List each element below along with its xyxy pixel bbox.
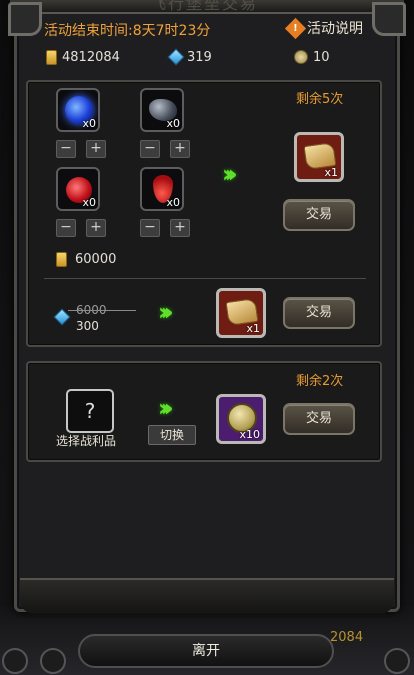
remaining-count: 剩余2次: [296, 374, 344, 389]
switch-button[interactable]: 切换: [148, 425, 196, 445]
quantity-stepper: − +: [56, 140, 106, 158]
frame-corner-ornament: [372, 2, 406, 36]
material-slot[interactable]: x0: [56, 88, 100, 132]
loot-select-slot[interactable]: ?: [66, 389, 114, 433]
section-divider: [44, 278, 366, 279]
material-slot[interactable]: x0: [140, 167, 184, 211]
quantity-stepper: − +: [56, 219, 106, 237]
event-countdown: 活动结束时间:8天7时23分: [44, 23, 211, 39]
crystal-resource: 319: [167, 48, 212, 66]
increment-button[interactable]: +: [86, 219, 106, 237]
panel-bottom-frame: [20, 578, 394, 614]
reward-qty: x1: [246, 322, 260, 335]
panel-title: 飞行堡垒交易: [150, 0, 259, 13]
background-circle-icon: [384, 648, 410, 674]
material-qty: x0: [82, 196, 96, 209]
reward-slot[interactable]: x1: [216, 288, 266, 338]
coin-icon: [294, 50, 308, 64]
remaining-count: 剩余5次: [296, 92, 344, 107]
trade-button[interactable]: 交易: [283, 199, 355, 231]
decrement-button[interactable]: −: [140, 140, 160, 158]
reward-qty: x1: [324, 166, 338, 179]
triple-arrow-icon: ›››: [222, 160, 237, 188]
gold-cost: 60000: [56, 252, 116, 267]
strikethrough-line: [68, 310, 136, 311]
background-circle-icon: [2, 648, 28, 674]
material-qty: x0: [166, 117, 180, 130]
decrement-button[interactable]: −: [56, 140, 76, 158]
decrement-button[interactable]: −: [140, 219, 160, 237]
coin-resource: 10: [294, 50, 330, 65]
gold-bar-icon: [56, 252, 67, 267]
gold-cost-amount: 60000: [75, 252, 117, 267]
reward-slot[interactable]: x10: [216, 394, 266, 444]
choose-loot-label: 选择战利品: [56, 434, 117, 448]
frame-corner-ornament: [8, 2, 42, 36]
event-help-button[interactable]: ! 活动说明: [284, 17, 363, 39]
trade-button[interactable]: 交易: [283, 297, 355, 329]
increment-button[interactable]: +: [170, 219, 190, 237]
material-slot[interactable]: x0: [56, 167, 100, 211]
quantity-stepper: − +: [140, 219, 190, 237]
background-circle-icon: [40, 648, 66, 674]
material-slot[interactable]: x0: [140, 88, 184, 132]
material-qty: x0: [82, 117, 96, 130]
crystal-icon: [167, 48, 185, 66]
decrement-button[interactable]: −: [56, 219, 76, 237]
coin-amount: 10: [313, 49, 330, 65]
help-label: 活动说明: [307, 21, 363, 37]
quantity-stepper: − +: [140, 140, 190, 158]
increment-button[interactable]: +: [170, 140, 190, 158]
reward-qty: x10: [239, 428, 260, 441]
increment-button[interactable]: +: [86, 140, 106, 158]
triple-arrow-icon: ›››: [158, 394, 173, 422]
background-coin-count: 2084: [330, 630, 364, 645]
crystal-amount: 319: [187, 49, 212, 65]
gold-amount: 4812084: [62, 49, 120, 65]
gold-bar-icon: [46, 49, 57, 65]
gold-resource: 4812084: [46, 49, 120, 65]
triple-arrow-icon: ›››: [158, 298, 173, 326]
material-qty: x0: [166, 196, 180, 209]
exclamation-icon: !: [284, 17, 307, 39]
trade-button[interactable]: 交易: [283, 403, 355, 435]
resource-bar: 4812084 319 10: [28, 44, 386, 70]
reward-slot[interactable]: x1: [294, 132, 344, 182]
discount-price: 300: [76, 319, 99, 333]
leave-button[interactable]: 离开: [78, 634, 334, 668]
